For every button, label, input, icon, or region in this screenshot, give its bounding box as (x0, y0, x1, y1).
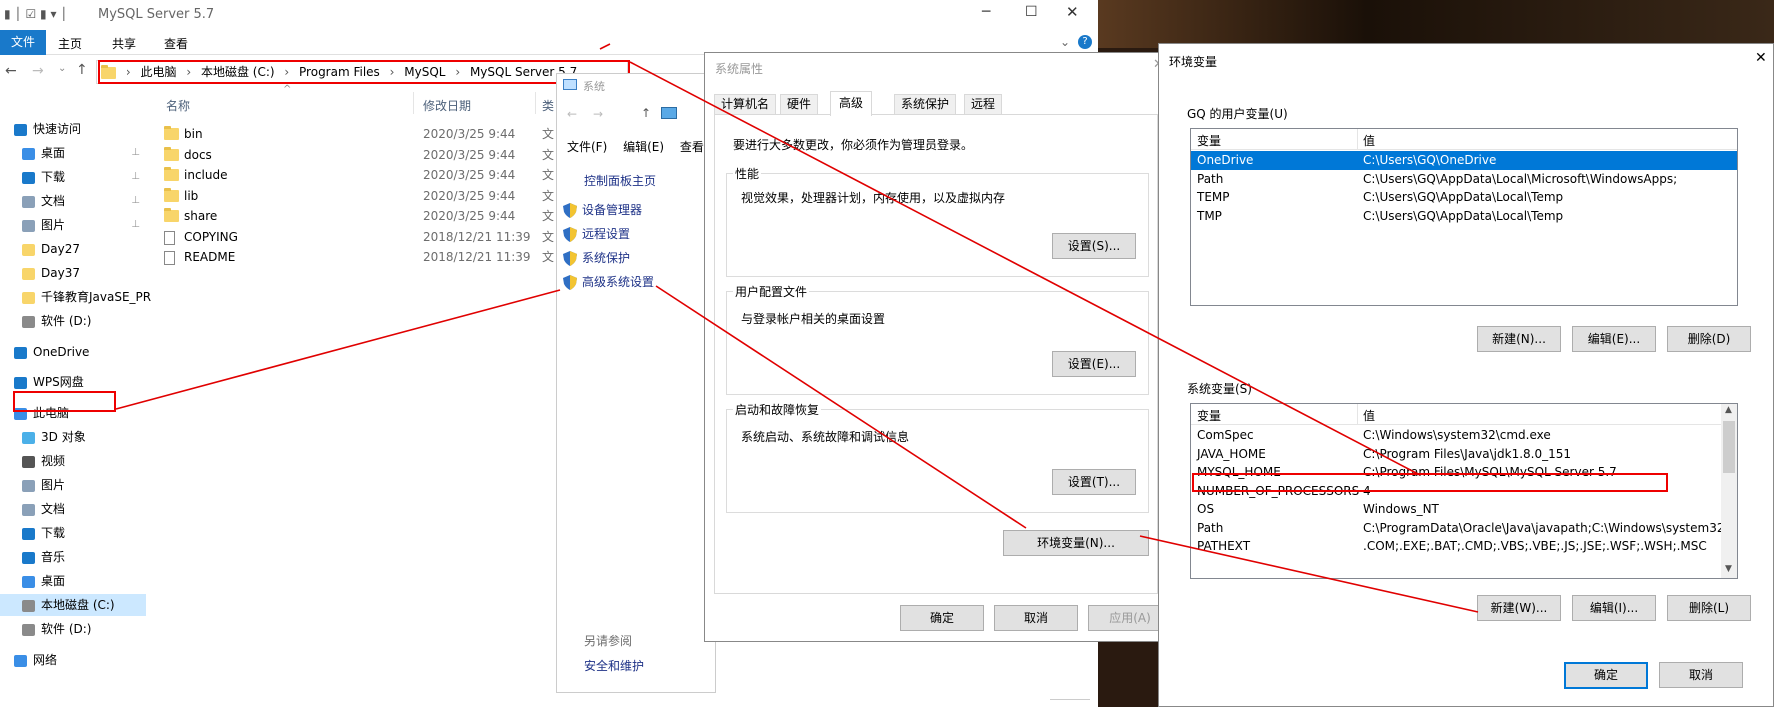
tab-2[interactable]: 高级 (830, 91, 873, 116)
annotation-arrows (115, 43, 1479, 613)
